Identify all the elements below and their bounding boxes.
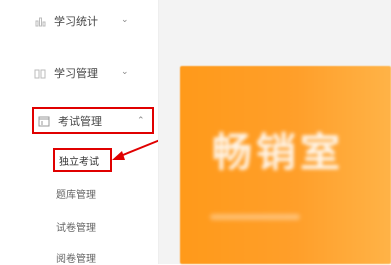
banner-subtitle-bar xyxy=(210,214,300,220)
chart-icon xyxy=(34,15,46,27)
chevron-down-icon[interactable]: ⌄ xyxy=(121,67,129,77)
sidebar-item-learning-stats[interactable]: 学习统计 xyxy=(34,10,98,32)
promo-banner[interactable]: 畅销室 xyxy=(180,66,391,264)
sidebar-item-label: 学习管理 xyxy=(54,67,98,80)
sidebar-item-label: 学习统计 xyxy=(54,15,98,28)
sidebar-item-label: 考试管理 xyxy=(58,115,102,128)
annotation-arrow-icon xyxy=(112,139,161,160)
submenu-item-paper-manage[interactable]: 试卷管理 xyxy=(56,219,96,234)
chevron-up-icon[interactable]: ⌃ xyxy=(137,116,145,126)
sidebar-item-learning-manage[interactable]: 学习管理 xyxy=(34,62,98,84)
chevron-down-icon[interactable]: ⌄ xyxy=(121,15,129,25)
submenu-item-grading-manage[interactable]: 阅卷管理 xyxy=(56,250,96,265)
banner-title: 畅销室 xyxy=(212,130,344,176)
submenu-item-standalone-exam[interactable]: 独立考试 xyxy=(59,153,99,168)
book-icon xyxy=(34,67,46,79)
exam-icon xyxy=(38,115,50,127)
sidebar: 学习统计 ⌄ 学习管理 ⌄ 考试管理 ⌃ 独立考试 题库管理 试卷管理 阅卷管理 xyxy=(0,0,161,265)
sidebar-item-exam-manage[interactable]: 考试管理 xyxy=(38,110,102,132)
submenu-item-question-bank[interactable]: 题库管理 xyxy=(56,186,96,201)
